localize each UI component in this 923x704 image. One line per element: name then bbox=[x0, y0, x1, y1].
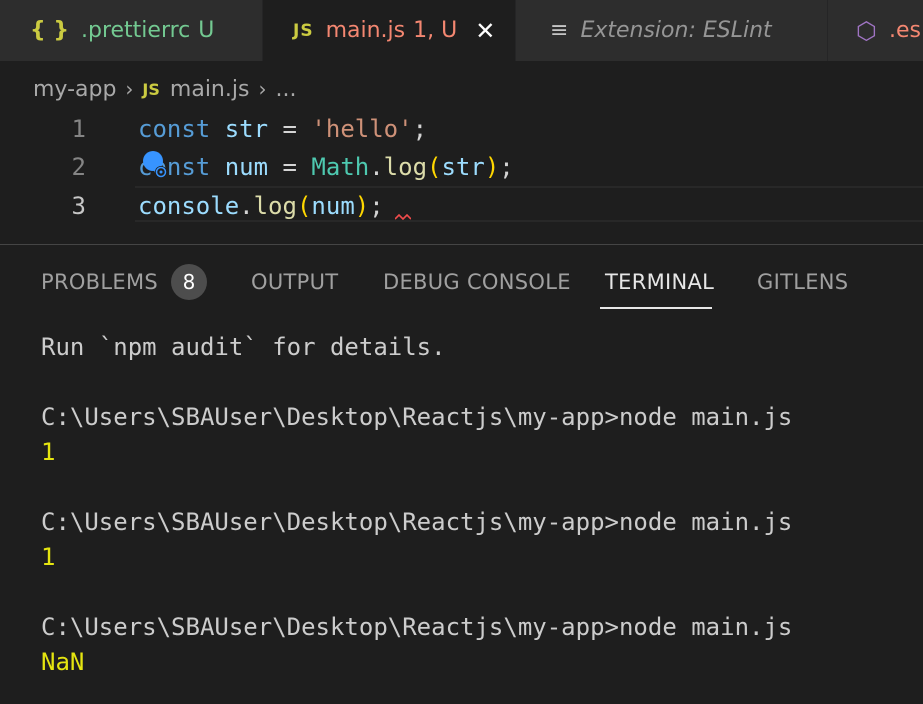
problem-status-badge: 1, U bbox=[413, 18, 458, 43]
tab-output[interactable]: OUTPUT bbox=[251, 270, 338, 294]
code-token: log bbox=[383, 153, 428, 181]
code-token: . bbox=[369, 153, 384, 181]
panel-tab-bar: PROBLEMS 8 OUTPUT DEBUG CONSOLE TERMINAL… bbox=[0, 245, 923, 315]
code-text: console.log(num); bbox=[138, 187, 384, 225]
code-line[interactable]: 2 const num = Math.log(str); bbox=[0, 148, 923, 186]
terminal-line: C:\Users\SBAUser\Desktop\Reactjs\my-app>… bbox=[41, 508, 793, 536]
code-token: . bbox=[239, 192, 254, 220]
code-editor[interactable]: 1 const str = 'hello'; 2 const num = Math.l… bbox=[0, 108, 923, 228]
active-tab-indicator bbox=[600, 307, 712, 309]
tab-prettierrc[interactable]: { } .prettierrc U bbox=[0, 0, 262, 61]
code-token: const bbox=[138, 115, 211, 143]
json-braces-icon: { } bbox=[30, 18, 69, 43]
javascript-file-icon: JS bbox=[142, 79, 160, 99]
tab-label: .prettierrc bbox=[80, 18, 191, 43]
breadcrumb: my-app › JS main.js › ... bbox=[33, 72, 296, 106]
code-token: ) bbox=[354, 192, 370, 220]
error-squiggle bbox=[395, 214, 411, 220]
line-number: 1 bbox=[71, 115, 86, 143]
tab-label: .es bbox=[888, 18, 921, 43]
eslint-hexagon-icon: ⬡ bbox=[856, 16, 877, 45]
code-token: num bbox=[224, 153, 269, 181]
code-text: const str = 'hello'; bbox=[138, 110, 427, 148]
git-status-badge: U bbox=[198, 18, 215, 43]
tab-main-js[interactable]: JS main.js 1, U ✕ bbox=[263, 0, 515, 61]
breadcrumb-symbols[interactable]: ... bbox=[275, 77, 296, 102]
terminal-line: NaN bbox=[41, 648, 85, 676]
chevron-right-icon: › bbox=[125, 77, 134, 101]
code-token: console bbox=[138, 192, 240, 220]
code-token: num bbox=[311, 192, 355, 220]
code-token: ) bbox=[484, 153, 500, 181]
line-number: 2 bbox=[71, 153, 86, 181]
tab-problems[interactable]: PROBLEMS bbox=[41, 270, 158, 294]
tab-label: main.js bbox=[325, 18, 406, 43]
tab-eslintrc[interactable]: ⬡ .es bbox=[828, 0, 923, 61]
code-token: ; bbox=[412, 115, 428, 143]
preview-lines-icon: ≡ bbox=[550, 18, 569, 43]
code-token: 'hello' bbox=[311, 115, 413, 143]
code-token: = bbox=[268, 115, 312, 143]
editor-tab-bar: { } .prettierrc U JS main.js 1, U ✕ ≡ Ex… bbox=[0, 0, 923, 61]
tab-debug-console[interactable]: DEBUG CONSOLE bbox=[383, 270, 571, 294]
code-token: = bbox=[268, 153, 312, 181]
code-token: ( bbox=[427, 153, 442, 181]
line-number: 3 bbox=[71, 192, 86, 220]
code-token: ; bbox=[499, 153, 514, 181]
code-token: ( bbox=[296, 192, 312, 220]
tab-terminal[interactable]: TERMINAL bbox=[605, 270, 714, 294]
code-token: str bbox=[224, 115, 269, 143]
terminal-line: 1 bbox=[41, 438, 56, 466]
lightbulb-quick-fix-icon[interactable] bbox=[142, 150, 168, 180]
tab-extension-eslint[interactable]: ≡ Extension: ESLint bbox=[516, 0, 827, 61]
tab-label: Extension: ESLint bbox=[580, 18, 772, 43]
code-token: Math bbox=[311, 153, 370, 181]
tab-gitlens[interactable]: GITLENS bbox=[757, 270, 848, 294]
close-icon[interactable]: ✕ bbox=[475, 17, 495, 45]
terminal-line: 1 bbox=[41, 543, 56, 571]
code-line[interactable]: 1 const str = 'hello'; bbox=[0, 110, 923, 148]
terminal-line: C:\Users\SBAUser\Desktop\Reactjs\my-app>… bbox=[41, 403, 793, 431]
code-line[interactable]: 3 console.log(num); bbox=[0, 187, 923, 225]
code-token: log bbox=[253, 192, 297, 220]
problems-count-badge: 8 bbox=[171, 264, 207, 300]
breadcrumb-folder[interactable]: my-app bbox=[33, 77, 116, 102]
breadcrumb-file[interactable]: main.js bbox=[170, 77, 250, 102]
code-token: ; bbox=[369, 192, 384, 220]
chevron-right-icon: › bbox=[258, 77, 267, 101]
terminal-line: C:\Users\SBAUser\Desktop\Reactjs\my-app>… bbox=[41, 613, 793, 641]
javascript-file-icon: JS bbox=[293, 20, 314, 41]
code-text: const num = Math.log(str); bbox=[138, 148, 514, 186]
code-token: str bbox=[441, 153, 485, 181]
terminal-line: Run `npm audit` for details. bbox=[41, 333, 446, 361]
